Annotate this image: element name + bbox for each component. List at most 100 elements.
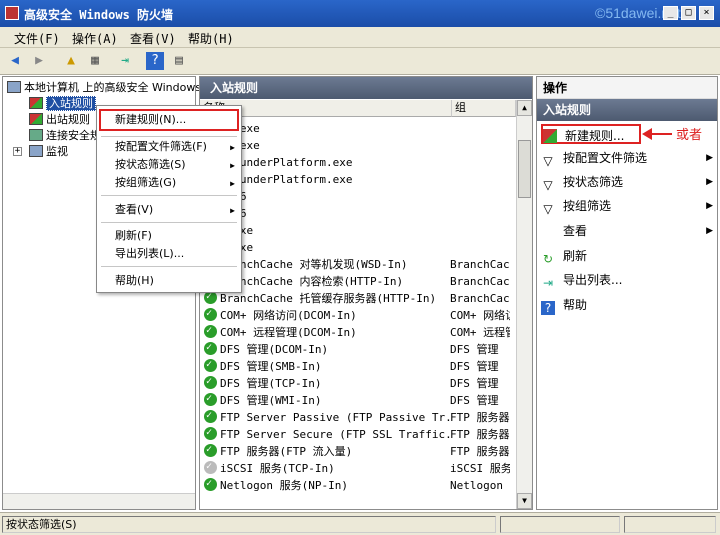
table-row[interactable]: DFS 管理(SMB-In) DFS 管理 — [204, 356, 514, 375]
table-row[interactable]: p.exe — [204, 237, 514, 256]
show-hide-action-icon[interactable]: ▤ — [170, 52, 188, 70]
annotation-text: 或者 — [676, 128, 703, 143]
filter-icon: ▽ — [543, 202, 553, 216]
action-filter-state[interactable]: ▽ 按状态筛选 ▶ — [541, 172, 715, 192]
actions-subheader[interactable]: 入站规则 — [537, 99, 717, 121]
rule-group: BranchCache — [450, 258, 510, 271]
forward-icon[interactable]: ▶ — [30, 52, 48, 70]
tree-item-monitor[interactable]: 监视 — [29, 144, 68, 160]
scroll-up-icon[interactable]: ▲ — [517, 100, 532, 116]
table-row[interactable]: DFS 管理(WMI-In) DFS 管理 — [204, 390, 514, 409]
title-bar: 高级安全 Windows 防火墙 ©51dawei.net _ □ × — [0, 0, 720, 27]
menu-action[interactable]: 操作(A) — [72, 30, 118, 47]
rule-name: p.exe — [220, 239, 450, 256]
rule-group: DFS 管理 — [450, 360, 499, 373]
outbound-rules-icon — [29, 113, 43, 125]
scroll-down-icon[interactable]: ▼ — [517, 493, 532, 509]
table-row[interactable]: COM+ 远程管理(DCOM-In) COM+ 远程管理 — [204, 322, 514, 341]
ctx-filter-profile[interactable]: 按配置文件筛选(F) — [115, 139, 207, 155]
tree-item-inbound[interactable]: 入站规则 — [29, 96, 96, 112]
table-row[interactable]: QL56 — [204, 203, 514, 222]
rule-group: DFS 管理 — [450, 377, 499, 390]
menu-view[interactable]: 查看(V) — [130, 30, 176, 47]
rule-group: BranchCache — [450, 292, 510, 305]
table-row[interactable]: DFS 管理(TCP-In) DFS 管理 — [204, 373, 514, 392]
toolbar: ◀ ▶ ▲ ▦ ⇥ ? ▤ — [0, 48, 720, 75]
action-view[interactable]: 查看 ▶ — [541, 221, 715, 241]
ctx-filter-group[interactable]: 按组筛选(G) — [115, 175, 176, 191]
submenu-arrow-icon: ▶ — [706, 177, 713, 187]
rule-status-icon — [204, 356, 217, 373]
close-button[interactable]: × — [699, 6, 714, 20]
menu-help[interactable]: 帮助(H) — [188, 30, 234, 47]
table-row[interactable]: BranchCache 内容检索(HTTP-In) BranchCache — [204, 271, 514, 290]
action-filter-profile[interactable]: ▽ 按配置文件筛选 ▶ — [541, 148, 715, 168]
rules-vertical-scrollbar[interactable]: ▲ ▼ — [516, 100, 532, 509]
folder-up-icon[interactable]: ▲ — [62, 52, 80, 70]
rule-name: FTP Server Passive (FTP Passive Tr... — [220, 411, 450, 424]
show-hide-tree-icon[interactable]: ▦ — [86, 52, 104, 70]
maximize-button[interactable]: □ — [681, 6, 696, 20]
status-text: 按状态筛选(S) — [2, 516, 496, 533]
rule-name: iThunderPlatform.exe — [220, 156, 353, 169]
table-row[interactable]: se.exe — [204, 118, 514, 137]
rule-group: iSCSI 服务 — [450, 462, 510, 475]
table-row[interactable]: FTP 服务器(FTP 流入量) FTP 服务器 — [204, 441, 514, 460]
action-export[interactable]: ⇥ 导出列表... — [541, 270, 715, 290]
minimize-button[interactable]: _ — [663, 6, 678, 20]
rule-name: DFS 管理(DCOM-In) — [220, 343, 329, 356]
scroll-thumb[interactable] — [518, 140, 531, 198]
menu-bar: 文件(F) 操作(A) 查看(V) 帮助(H) — [0, 27, 720, 48]
rule-status-icon — [204, 475, 217, 492]
action-filter-group[interactable]: ▽ 按组筛选 ▶ — [541, 196, 715, 216]
export-icon[interactable]: ⇥ — [116, 52, 134, 70]
table-row[interactable]: iThunderPlatform.exe — [204, 152, 514, 171]
action-help[interactable]: ? 帮助 — [541, 295, 715, 315]
expand-icon[interactable]: + — [13, 147, 22, 156]
ctx-export[interactable]: 导出列表(L)... — [115, 246, 184, 262]
computer-icon — [7, 81, 21, 93]
rule-group: FTP 服务器 — [450, 411, 510, 424]
column-group[interactable]: 组 — [452, 100, 516, 117]
table-row[interactable]: p.exe — [204, 220, 514, 239]
menu-file[interactable]: 文件(F) — [14, 30, 60, 47]
table-row[interactable]: QL56 — [204, 186, 514, 205]
ctx-separator — [101, 136, 237, 137]
rule-group: DFS 管理 — [450, 394, 499, 407]
new-rule-icon — [543, 129, 557, 143]
table-row[interactable]: Netlogon 服务(NP-In) Netlogon 服务 — [204, 475, 514, 494]
ctx-separator — [101, 266, 237, 267]
table-row[interactable]: iSCSI 服务(TCP-In) iSCSI 服务 — [204, 458, 514, 477]
ctx-refresh[interactable]: 刷新(F) — [115, 228, 152, 244]
action-refresh[interactable]: ↻ 刷新 — [541, 246, 715, 266]
ctx-view[interactable]: 查看(V) — [115, 202, 153, 218]
rule-name: iThunderPlatform.exe — [220, 173, 353, 186]
table-row[interactable]: COM+ 网络访问(DCOM-In) COM+ 网络访问 — [204, 305, 514, 324]
table-row[interactable]: FTP Server Passive (FTP Passive Tr...FTP… — [204, 407, 514, 426]
ctx-help[interactable]: 帮助(H) — [115, 273, 154, 289]
rule-name: DFS 管理(SMB-In) — [220, 360, 322, 373]
table-row[interactable]: BranchCache 托管缓存服务器(HTTP-In) BranchCache — [204, 288, 514, 307]
ctx-separator — [101, 195, 237, 196]
tree-item-outbound[interactable]: 出站规则 — [29, 112, 90, 128]
monitor-icon — [29, 145, 43, 157]
tree-horizontal-scrollbar[interactable] — [3, 493, 195, 509]
table-row[interactable]: se.exe — [204, 135, 514, 154]
ctx-new-rule[interactable]: 新建规则(N)... — [115, 112, 186, 128]
ctx-filter-state[interactable]: 按状态筛选(S) — [115, 157, 186, 173]
rule-name: Netlogon 服务(NP-In) — [220, 479, 348, 492]
back-icon[interactable]: ◀ — [6, 52, 24, 70]
rule-status-icon — [204, 339, 217, 356]
table-row[interactable]: BranchCache 对等机发现(WSD-In) BranchCache — [204, 254, 514, 273]
rule-name: se.exe — [220, 120, 450, 137]
table-row[interactable]: DFS 管理(DCOM-In) DFS 管理 — [204, 339, 514, 358]
context-menu: 新建规则(N)... 按配置文件筛选(F) ▶ 按状态筛选(S) ▶ 按组筛选(… — [96, 105, 242, 293]
action-new-rule[interactable]: 新建规则... — [541, 124, 641, 144]
rule-status-icon — [204, 424, 217, 441]
table-row[interactable]: iThunderPlatform.exe — [204, 169, 514, 188]
help-icon[interactable]: ? — [146, 52, 164, 70]
table-row[interactable]: FTP Server Secure (FTP SSL Traffic...FTP… — [204, 424, 514, 443]
help-icon: ? — [541, 301, 555, 315]
rule-group: FTP 服务器 — [450, 428, 510, 441]
submenu-arrow-icon: ▶ — [230, 179, 235, 188]
